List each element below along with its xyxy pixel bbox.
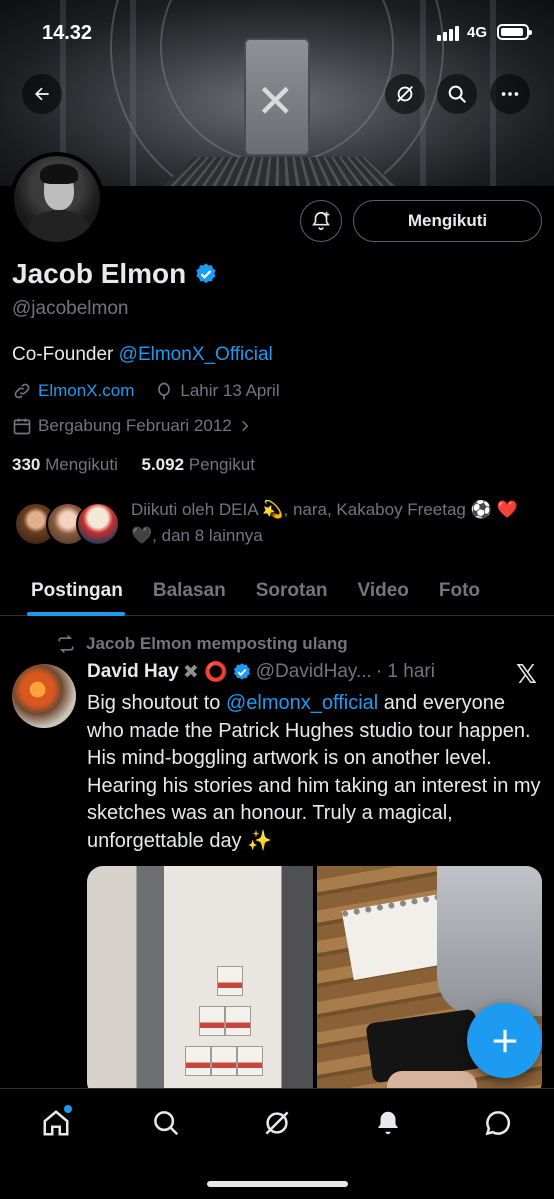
profile-name: Jacob Elmon — [12, 258, 186, 290]
bell-icon — [373, 1108, 403, 1138]
profile-avatar[interactable] — [10, 152, 104, 246]
profile-meta-row: ElmonX.com Lahir 13 April — [12, 381, 280, 401]
tab-foto[interactable]: Foto — [424, 566, 495, 616]
tab-sorotan[interactable]: Sorotan — [241, 566, 343, 616]
following-count-link[interactable]: 330 Mengikuti — [12, 455, 118, 474]
post-text-start: Big shoutout to — [87, 692, 226, 714]
grok-button[interactable] — [385, 74, 425, 114]
post-author-name[interactable]: David Hay — [87, 661, 179, 683]
compose-post-button[interactable] — [467, 1003, 542, 1078]
notifications-toggle-button[interactable] — [300, 200, 342, 242]
grok-icon — [262, 1108, 292, 1138]
calendar-icon — [12, 416, 32, 436]
status-bar: 14.32 4G — [0, 0, 554, 66]
birthday-text: Lahir 13 April — [180, 381, 279, 401]
following-label: Mengikuti — [45, 455, 118, 474]
battery-icon — [497, 24, 529, 40]
post-time: · 1 hari — [376, 661, 435, 683]
post-author-handle[interactable]: @DavidHay... — [256, 661, 372, 683]
post-header: David Hay ✖ ⭕ @DavidHay... · 1 hari — [87, 660, 507, 684]
followers-count-link[interactable]: 5.092 Pengikut — [142, 455, 255, 474]
link-icon — [12, 381, 32, 401]
balloon-icon — [154, 381, 174, 401]
search-icon — [446, 83, 468, 105]
joined-row[interactable]: Bergabung Februari 2012 — [12, 416, 252, 436]
nav-messages[interactable] — [480, 1105, 516, 1141]
status-time: 14.32 — [42, 22, 92, 45]
followers-count: 5.092 — [142, 455, 185, 474]
grok-icon — [394, 83, 416, 105]
chat-bubble-icon — [483, 1108, 513, 1138]
post-author-avatar[interactable] — [12, 664, 76, 728]
home-indicator — [207, 1181, 348, 1187]
arrow-left-icon — [32, 84, 52, 104]
author-badges: ✖ ⭕ — [183, 660, 228, 684]
nav-notifications[interactable] — [370, 1105, 406, 1141]
repost-label: Jacob Elmon memposting ulang — [86, 634, 348, 654]
nav-search[interactable] — [148, 1105, 184, 1141]
search-icon — [151, 1108, 181, 1138]
post-text[interactable]: Big shoutout to @elmonx_official and eve… — [87, 690, 542, 855]
profile-tabs: Postingan Balasan Sorotan Video Foto — [0, 566, 554, 616]
following-button[interactable]: Mengikuti — [353, 200, 542, 242]
followed-by-text[interactable]: Diikuti oleh DEIA 💫, nara, Kakaboy Freet… — [131, 497, 541, 549]
chevron-right-icon — [238, 419, 252, 433]
repost-indicator: Jacob Elmon memposting ulang — [56, 634, 348, 654]
banner-floor — [161, 157, 399, 186]
verified-badge-icon — [232, 662, 252, 682]
post-text-end: and everyone who made the Patrick Hughes… — [87, 692, 541, 852]
repost-icon — [56, 634, 76, 654]
back-button[interactable] — [22, 74, 62, 114]
tab-balasan[interactable]: Balasan — [138, 566, 241, 616]
profile-name-row: Jacob Elmon — [12, 258, 218, 290]
nav-grok[interactable] — [259, 1105, 295, 1141]
post-image-1[interactable] — [87, 866, 313, 1098]
bio-mention-link[interactable]: @ElmonX_Official — [119, 344, 273, 365]
nav-home[interactable] — [38, 1105, 74, 1141]
network-type: 4G — [467, 24, 487, 41]
more-button[interactable] — [490, 74, 530, 114]
unread-dot — [64, 1105, 72, 1113]
x-logo-icon: 𝕏 — [516, 660, 537, 690]
signal-icon — [437, 26, 459, 41]
more-dots-icon — [499, 83, 521, 105]
tab-video[interactable]: Video — [343, 566, 424, 616]
website-link[interactable]: ElmonX.com — [38, 381, 134, 401]
bio-text: Co-Founder — [12, 344, 119, 365]
verified-badge-icon — [194, 262, 218, 286]
plus-icon — [490, 1026, 520, 1056]
profile-bio: Co-Founder @ElmonX_Official — [12, 344, 273, 366]
joined-text: Bergabung Februari 2012 — [38, 416, 232, 436]
followers-label: Pengikut — [189, 455, 255, 474]
following-count: 330 — [12, 455, 40, 474]
mutual-followers-avatars[interactable] — [14, 500, 124, 548]
search-button[interactable] — [437, 74, 477, 114]
profile-handle: @jacobelmon — [12, 298, 128, 320]
mutual-avatar — [76, 502, 120, 546]
tab-postingan[interactable]: Postingan — [0, 566, 138, 616]
post-mention-link[interactable]: @elmonx_official — [226, 692, 378, 714]
banner-x-logo: ✕ — [256, 74, 295, 128]
bell-plus-icon — [310, 210, 332, 232]
follow-counts: 330 Mengikuti 5.092 Pengikut — [12, 455, 255, 475]
